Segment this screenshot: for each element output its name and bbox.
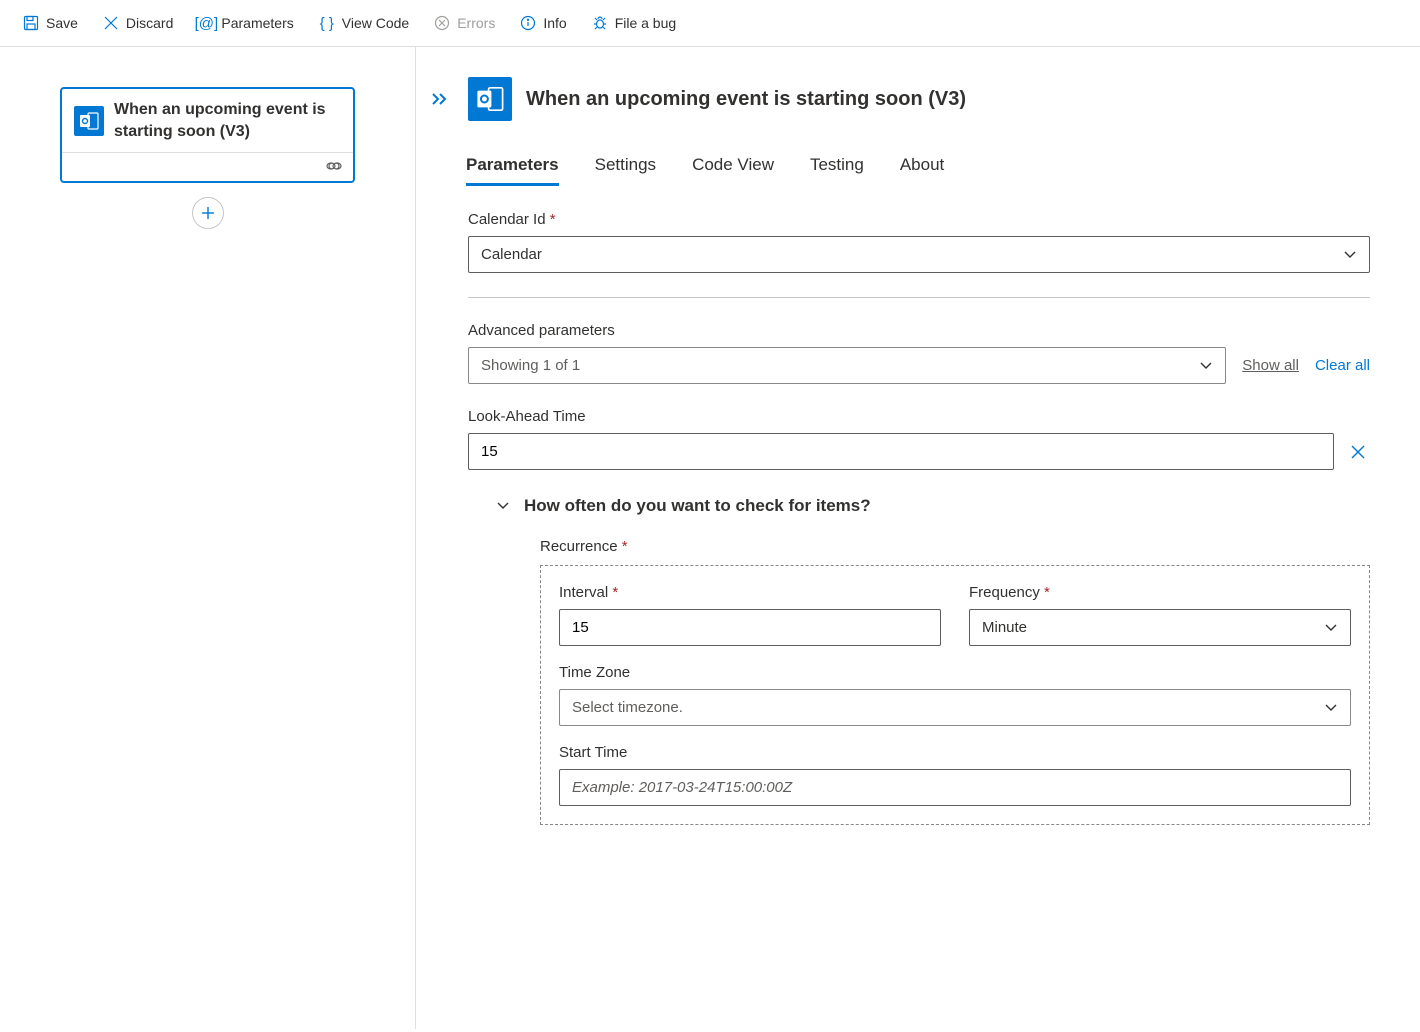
show-all-link[interactable]: Show all bbox=[1242, 357, 1299, 374]
frequency-select[interactable]: Minute bbox=[969, 609, 1351, 646]
starttime-input[interactable] bbox=[559, 769, 1351, 806]
node-header: When an upcoming event is starting soon … bbox=[62, 89, 353, 152]
save-label: Save bbox=[46, 15, 78, 31]
panel-title: When an upcoming event is starting soon … bbox=[526, 88, 966, 111]
tab-code-view[interactable]: Code View bbox=[692, 145, 774, 185]
tab-settings[interactable]: Settings bbox=[595, 145, 656, 185]
advanced-parameters-value: Showing 1 of 1 bbox=[481, 357, 580, 374]
view-code-label: View Code bbox=[342, 15, 409, 31]
frequency-field: Frequency * Minute bbox=[969, 584, 1351, 646]
recurrence-box: Interval * Frequency * Minute bbox=[540, 565, 1370, 825]
timezone-placeholder: Select timezone. bbox=[572, 699, 683, 716]
lookahead-label: Look-Ahead Time bbox=[468, 408, 1370, 425]
form: Calendar Id * Calendar Advanced paramete… bbox=[416, 185, 1420, 851]
frequency-value: Minute bbox=[982, 619, 1027, 636]
remove-lookahead-button[interactable] bbox=[1346, 440, 1370, 464]
parameters-label: Parameters bbox=[221, 15, 293, 31]
lookahead-field: Look-Ahead Time bbox=[468, 408, 1370, 470]
advanced-parameters-field: Advanced parameters Showing 1 of 1 Show … bbox=[468, 322, 1370, 384]
parameters-button[interactable]: [@] Parameters bbox=[187, 8, 303, 38]
recurrence-toggle[interactable]: How often do you want to check for items… bbox=[496, 496, 1370, 516]
save-button[interactable]: Save bbox=[12, 8, 88, 38]
code-icon: { } bbox=[318, 14, 336, 32]
recurrence-label: Recurrence * bbox=[540, 538, 1370, 555]
errors-button: Errors bbox=[423, 8, 505, 38]
collapse-button[interactable] bbox=[426, 85, 454, 113]
tabs: Parameters Settings Code View Testing Ab… bbox=[416, 145, 1420, 185]
errors-icon bbox=[433, 14, 451, 32]
file-bug-label: File a bug bbox=[615, 15, 676, 31]
main: When an upcoming event is starting soon … bbox=[0, 47, 1420, 1029]
tab-testing[interactable]: Testing bbox=[810, 145, 864, 185]
info-label: Info bbox=[543, 15, 566, 31]
trigger-node[interactable]: When an upcoming event is starting soon … bbox=[60, 87, 355, 183]
advanced-parameters-label: Advanced parameters bbox=[468, 322, 1370, 339]
info-button[interactable]: Info bbox=[509, 8, 576, 38]
discard-label: Discard bbox=[126, 15, 173, 31]
chevron-down-icon bbox=[1324, 623, 1338, 633]
interval-input[interactable] bbox=[559, 609, 941, 646]
calendar-id-label: Calendar Id * bbox=[468, 211, 1370, 228]
calendar-id-field: Calendar Id * Calendar bbox=[468, 211, 1370, 273]
timezone-select[interactable]: Select timezone. bbox=[559, 689, 1351, 726]
interval-field: Interval * bbox=[559, 584, 941, 646]
calendar-id-value: Calendar bbox=[481, 246, 542, 263]
advanced-parameters-select[interactable]: Showing 1 of 1 bbox=[468, 347, 1226, 384]
panel-header: When an upcoming event is starting soon … bbox=[416, 67, 1420, 145]
file-bug-button[interactable]: File a bug bbox=[581, 8, 686, 38]
discard-button[interactable]: Discard bbox=[92, 8, 183, 38]
add-step-button[interactable] bbox=[192, 197, 224, 229]
bug-icon bbox=[591, 14, 609, 32]
interval-label: Interval * bbox=[559, 584, 941, 601]
canvas: When an upcoming event is starting soon … bbox=[0, 47, 415, 1029]
link-icon bbox=[325, 159, 343, 175]
divider bbox=[468, 297, 1370, 298]
chevron-down-icon bbox=[1199, 361, 1213, 371]
toolbar: Save Discard [@] Parameters { } View Cod… bbox=[0, 0, 1420, 47]
save-icon bbox=[22, 14, 40, 32]
outlook-icon bbox=[468, 77, 512, 121]
chevron-down-icon bbox=[1324, 703, 1338, 713]
lookahead-input[interactable] bbox=[468, 433, 1334, 470]
node-title: When an upcoming event is starting soon … bbox=[114, 99, 341, 142]
timezone-field: Time Zone Select timezone. bbox=[559, 664, 1351, 726]
starttime-field: Start Time bbox=[559, 744, 1351, 806]
errors-label: Errors bbox=[457, 15, 495, 31]
frequency-label: Frequency * bbox=[969, 584, 1351, 601]
clear-all-link[interactable]: Clear all bbox=[1315, 357, 1370, 374]
chevron-down-icon bbox=[1343, 250, 1357, 260]
recurrence-title: How often do you want to check for items… bbox=[524, 496, 871, 516]
parameters-icon: [@] bbox=[197, 14, 215, 32]
calendar-id-select[interactable]: Calendar bbox=[468, 236, 1370, 273]
node-footer bbox=[62, 152, 353, 181]
discard-icon bbox=[102, 14, 120, 32]
starttime-label: Start Time bbox=[559, 744, 1351, 761]
tab-about[interactable]: About bbox=[900, 145, 944, 185]
info-icon bbox=[519, 14, 537, 32]
outlook-icon bbox=[74, 106, 104, 136]
chevron-down-icon bbox=[496, 501, 510, 511]
timezone-label: Time Zone bbox=[559, 664, 1351, 681]
tab-parameters[interactable]: Parameters bbox=[466, 145, 559, 185]
recurrence-section: How often do you want to check for items… bbox=[468, 496, 1370, 825]
view-code-button[interactable]: { } View Code bbox=[308, 8, 419, 38]
details-panel: When an upcoming event is starting soon … bbox=[415, 47, 1420, 1029]
